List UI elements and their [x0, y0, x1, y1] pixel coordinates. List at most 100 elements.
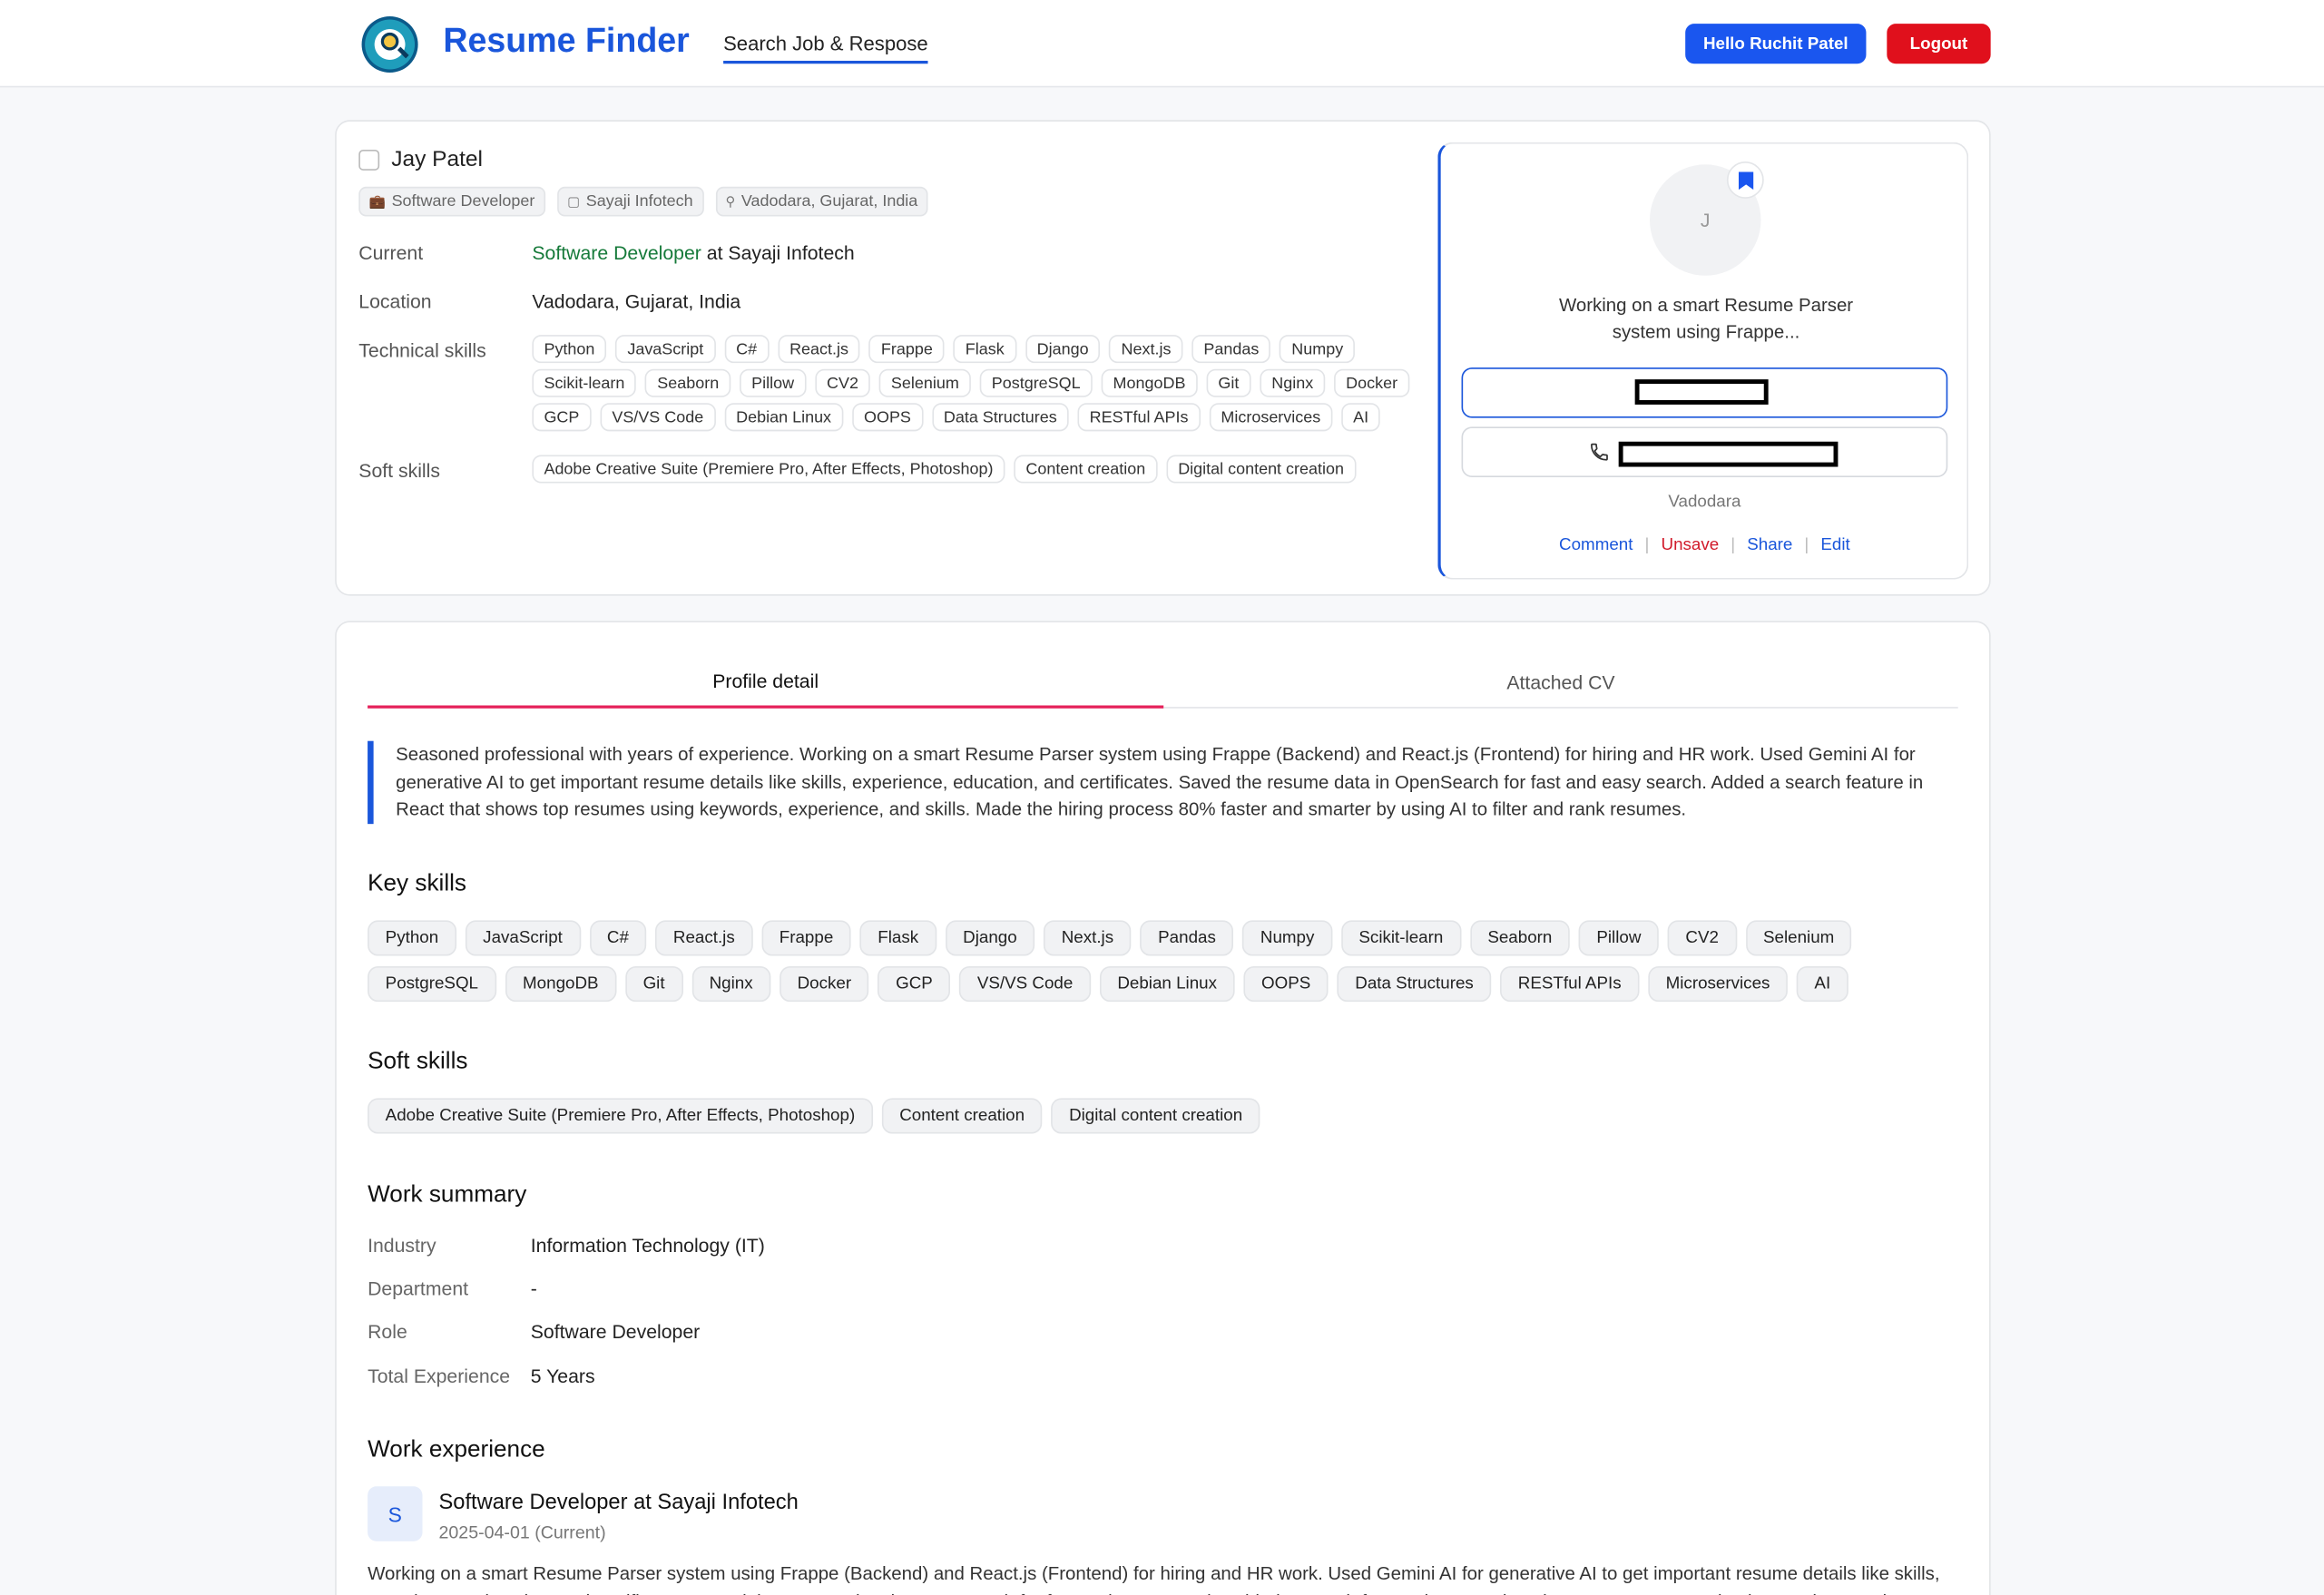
skill-tag: Pandas: [1140, 920, 1234, 956]
phone-field[interactable]: [1461, 426, 1948, 477]
experience-label: Total Experience: [368, 1365, 511, 1387]
page-root: Resume Finder Search Job & Respose Hello…: [0, 0, 2324, 1595]
skill-tag: Flask: [859, 920, 936, 956]
building-icon: ▢: [567, 193, 581, 209]
skill-tag: Numpy: [1242, 920, 1332, 956]
skill-tag: RESTful APIs: [1077, 403, 1201, 432]
tab-profile-detail[interactable]: Profile detail: [368, 654, 1164, 709]
separator: |: [1731, 536, 1736, 554]
soft-skills-chips: Adobe Creative Suite (Premiere Pro, Afte…: [368, 1098, 1961, 1134]
skill-tag: Seaborn: [645, 368, 731, 397]
skill-tag: Python: [532, 335, 607, 364]
current-company: Sayaji Infotech: [728, 241, 855, 264]
soft-skills-heading: Soft skills: [368, 1049, 468, 1075]
skill-tag: React.js: [777, 335, 861, 364]
skill-tag: Adobe Creative Suite (Premiere Pro, Afte…: [368, 1098, 873, 1134]
candidate-name[interactable]: Jay Patel: [391, 147, 483, 172]
select-candidate-checkbox[interactable]: [358, 149, 380, 171]
current-value: Software Developer at Sayaji Infotech: [532, 241, 854, 264]
brand-title[interactable]: Resume Finder: [443, 21, 689, 61]
experience-title: Software Developer at Sayaji Infotech: [438, 1491, 799, 1515]
location-chip: ⚲ Vadodara, Gujarat, India: [715, 186, 928, 217]
skill-tag: AI: [1796, 965, 1848, 1003]
company-chip-label: Sayaji Infotech: [585, 192, 693, 210]
skill-tag: RESTful APIs: [1500, 965, 1640, 1003]
skill-tag: Python: [368, 920, 456, 956]
bookmark-icon[interactable]: [1726, 161, 1764, 199]
tab-attached-cv[interactable]: Attached CV: [1163, 655, 1958, 709]
location-value: Vadodara, Gujarat, India: [532, 290, 741, 313]
company-avatar: S: [368, 1486, 423, 1541]
skill-tag: Docker: [1334, 368, 1410, 397]
skill-tag: VS/VS Code: [959, 965, 1091, 1003]
skill-tag: Nginx: [1260, 368, 1326, 397]
candidate-chips: 💼 Software Developer ▢ Sayaji Infotech ⚲…: [358, 186, 928, 217]
candidate-card: Jay Patel 💼 Software Developer ▢ Sayaji …: [335, 120, 1991, 596]
skill-tag: Selenium: [878, 368, 971, 397]
profile-actions: Comment | Unsave | Share | Edit: [1441, 536, 1968, 554]
current-role: Software Developer: [532, 241, 701, 264]
skill-tag: Git: [1206, 368, 1251, 397]
skill-tag: Digital content creation: [1166, 455, 1357, 484]
logout-button[interactable]: Logout: [1887, 24, 1991, 64]
skill-tag: MongoDB: [1101, 368, 1198, 397]
skill-tag: Data Structures: [1337, 965, 1492, 1003]
skill-tag: PostgreSQL: [979, 368, 1093, 397]
work-experience-heading: Work experience: [368, 1437, 545, 1463]
skill-tag: GCP: [532, 403, 592, 432]
skill-tag: Git: [624, 965, 683, 1003]
skill-tag: Adobe Creative Suite (Premiere Pro, Afte…: [532, 455, 1005, 484]
skill-tag: Scikit-learn: [532, 368, 637, 397]
edit-link[interactable]: Edit: [1820, 536, 1849, 554]
redacted-email: [1634, 379, 1769, 405]
skill-tag: Next.js: [1044, 920, 1132, 956]
company-chip: ▢ Sayaji Infotech: [556, 186, 704, 217]
separator: |: [1804, 536, 1809, 554]
map-pin-icon: ⚲: [725, 193, 736, 209]
skill-tag: C#: [589, 920, 647, 956]
role-chip: 💼 Software Developer: [358, 186, 545, 217]
experience-description: Working on a smart Resume Parser system …: [368, 1563, 1940, 1595]
soft-skills-label: Soft skills: [358, 459, 440, 482]
nav-link-search-jobs[interactable]: Search Job & Respose: [723, 33, 928, 64]
skill-tag: GCP: [878, 965, 951, 1003]
skill-tag: CV2: [814, 368, 871, 397]
skill-tag: Frappe: [868, 335, 945, 364]
department-value: -: [530, 1277, 537, 1300]
tech-skills-list: Python JavaScript C# React.js Frappe Flask Dja…: [532, 335, 1421, 432]
industry-label: Industry: [368, 1234, 436, 1257]
comment-link[interactable]: Comment: [1559, 536, 1633, 554]
unsave-link[interactable]: Unsave: [1662, 536, 1720, 554]
share-link[interactable]: Share: [1747, 536, 1792, 554]
redacted-phone: [1618, 441, 1839, 467]
skill-tag: VS/VS Code: [600, 403, 716, 432]
skill-tag: Numpy: [1280, 335, 1356, 364]
location-chip-label: Vadodara, Gujarat, India: [740, 192, 918, 210]
skill-tag: Debian Linux: [724, 403, 844, 432]
skill-tag: Selenium: [1745, 920, 1852, 956]
role-label: Role: [368, 1320, 407, 1343]
skill-tag: Digital content creation: [1051, 1098, 1260, 1134]
current-sep: at: [701, 241, 729, 264]
profile-summary: Seasoned professional with years of expe…: [368, 740, 1954, 824]
profile-city: Vadodara: [1668, 493, 1741, 512]
profile-detail-card: Profile detail Attached CV Seasoned prof…: [335, 621, 1991, 1595]
skill-tag: OOPS: [1243, 965, 1329, 1003]
skill-tag: Content creation: [1014, 455, 1158, 484]
current-label: Current: [358, 241, 424, 264]
skill-tag: MongoDB: [505, 965, 617, 1003]
skill-tag: Django: [945, 920, 1035, 956]
skill-tag: Next.js: [1109, 335, 1183, 364]
separator: |: [1644, 536, 1650, 554]
skill-tag: React.js: [655, 920, 753, 956]
briefcase-icon: 💼: [368, 193, 387, 209]
skill-tag: JavaScript: [465, 920, 581, 956]
experience-value: 5 Years: [530, 1365, 595, 1387]
hello-user-button[interactable]: Hello Ruchit Patel: [1685, 24, 1867, 64]
logo-icon[interactable]: [361, 15, 418, 73]
skill-tag: Microservices: [1648, 965, 1789, 1003]
skill-tag: Debian Linux: [1099, 965, 1235, 1003]
role-value: Software Developer: [530, 1320, 701, 1343]
skill-tag: Scikit-learn: [1340, 920, 1461, 956]
email-field[interactable]: [1461, 367, 1948, 418]
